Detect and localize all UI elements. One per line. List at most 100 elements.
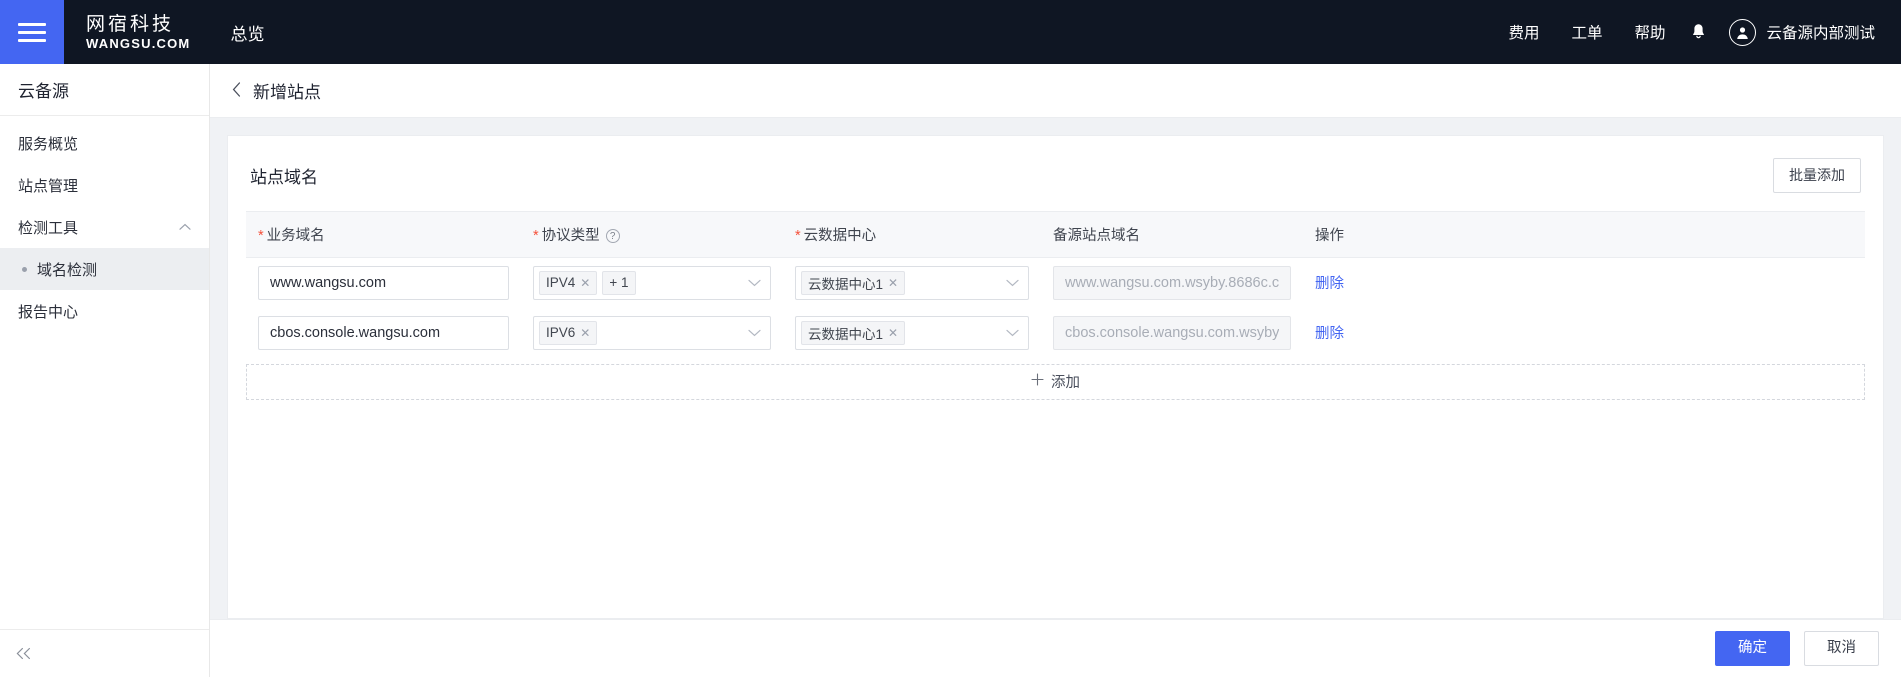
column-header-label: 操作 bbox=[1315, 227, 1344, 244]
card-title: 站点域名 bbox=[250, 167, 318, 187]
double-chevron-left-icon bbox=[16, 647, 30, 660]
add-row-button[interactable]: 添加 bbox=[246, 363, 1865, 400]
required-mark: * bbox=[533, 227, 539, 244]
delete-row-link[interactable]: 删除 bbox=[1315, 326, 1344, 342]
confirm-button[interactable]: 确定 bbox=[1715, 630, 1790, 667]
body-region: 云备源 服务概览 站点管理 检测工具 域名检测 报告中心 新增站点 站点域名 批… bbox=[0, 64, 1901, 677]
close-icon[interactable]: ✕ bbox=[580, 326, 590, 340]
cell-business-domain bbox=[246, 308, 521, 358]
sidebar-item-label: 域名检测 bbox=[37, 261, 98, 279]
datacenter-tag[interactable]: 云数据中心1 ✕ bbox=[801, 270, 906, 295]
protocol-tag[interactable]: IPV4 ✕ bbox=[539, 270, 598, 295]
sidebar-item-domain-detection[interactable]: 域名检测 bbox=[0, 248, 209, 290]
user-name-label: 云备源内部测试 bbox=[1766, 25, 1875, 42]
nav-item-billing[interactable]: 费用 bbox=[1492, 21, 1555, 43]
app-window: 网宿科技 WANGSU.COM 总览 费用 工单 帮助 云备源内部测试 云备源 … bbox=[0, 0, 1901, 677]
card-header: 站点域名 批量添加 bbox=[246, 158, 1865, 193]
sidebar-item-label: 报告中心 bbox=[18, 303, 79, 321]
domain-table: * 业务域名 * 协议类型? * 云数据中心 备源站点域名 操作 www.wan… bbox=[246, 210, 1865, 358]
column-header-business-domain: * 业务域名 bbox=[246, 210, 521, 258]
column-header-actions: 操作 bbox=[1303, 210, 1865, 258]
close-icon[interactable]: ✕ bbox=[580, 276, 590, 290]
user-menu[interactable]: 云备源内部测试 bbox=[1715, 18, 1875, 46]
nav-item-tickets[interactable]: 工单 bbox=[1555, 21, 1618, 43]
form-footer: 确定 取消 bbox=[210, 619, 1901, 677]
page-header: 新增站点 bbox=[210, 64, 1901, 118]
protocol-overflow-tag[interactable]: + 1 bbox=[602, 270, 636, 295]
protocol-overflow-label: + 1 bbox=[609, 275, 629, 291]
protocol-tag[interactable]: IPV6 ✕ bbox=[539, 320, 598, 345]
nav-item-help[interactable]: 帮助 bbox=[1618, 21, 1681, 43]
chevron-up-icon bbox=[179, 221, 191, 233]
table-row: IPV4 ✕ + 1 bbox=[246, 257, 1865, 308]
help-icon[interactable]: ? bbox=[605, 229, 620, 244]
plus-icon bbox=[1031, 373, 1044, 390]
sidebar-collapse-button[interactable] bbox=[0, 629, 209, 677]
cell-cloud-datacenter: 云数据中心1 ✕ bbox=[783, 308, 1041, 358]
sidebar-item-label: 检测工具 bbox=[18, 219, 79, 237]
datacenter-tag-label: 云数据中心1 bbox=[808, 276, 884, 292]
backup-site-domain-input bbox=[1053, 315, 1291, 350]
protocol-tag-label: IPV6 bbox=[546, 325, 576, 341]
sidebar-product-title: 云备源 bbox=[0, 64, 209, 116]
table-row: IPV6 ✕ bbox=[246, 308, 1865, 358]
column-header-label: 协议类型 bbox=[541, 227, 600, 244]
chevron-left-icon[interactable] bbox=[232, 81, 241, 100]
sidebar: 云备源 服务概览 站点管理 检测工具 域名检测 报告中心 bbox=[0, 64, 210, 677]
add-row-label: 添加 bbox=[1051, 375, 1080, 392]
header-right-group: 费用 工单 帮助 云备源内部测试 bbox=[1492, 15, 1901, 49]
business-domain-input[interactable] bbox=[258, 315, 509, 350]
protocol-type-select[interactable]: IPV6 ✕ bbox=[533, 315, 771, 350]
cancel-button[interactable]: 取消 bbox=[1804, 630, 1879, 667]
protocol-type-select[interactable]: IPV4 ✕ + 1 bbox=[533, 265, 771, 300]
cloud-datacenter-select[interactable]: 云数据中心1 ✕ bbox=[795, 265, 1029, 300]
business-domain-input[interactable] bbox=[258, 265, 509, 300]
content-region: 新增站点 站点域名 批量添加 * 业务域名 * 协议类型 ? * 云数据中心 备… bbox=[210, 64, 1901, 677]
close-icon[interactable]: ✕ bbox=[888, 326, 898, 340]
close-icon[interactable]: ✕ bbox=[888, 276, 898, 290]
sidebar-item-report-center[interactable]: 报告中心 bbox=[0, 290, 209, 332]
hamburger-bar bbox=[18, 22, 46, 26]
brand-name-cn: 网宿科技 bbox=[86, 13, 175, 35]
datacenter-tag-label: 云数据中心1 bbox=[808, 326, 884, 342]
required-mark: * bbox=[795, 227, 801, 244]
cell-backup-site-domain bbox=[1041, 308, 1303, 358]
column-header-backup-site-domain: 备源站点域名 bbox=[1041, 210, 1303, 258]
brand-logo[interactable]: 网宿科技 WANGSU.COM bbox=[86, 15, 190, 50]
table-head: * 业务域名 * 协议类型? * 云数据中心 备源站点域名 操作 bbox=[246, 210, 1865, 258]
column-header-label: 备源站点域名 bbox=[1053, 227, 1140, 244]
sidebar-item-service-overview[interactable]: 服务概览 bbox=[0, 122, 209, 164]
hamburger-bar bbox=[18, 38, 46, 42]
cloud-datacenter-select[interactable]: 云数据中心1 ✕ bbox=[795, 315, 1029, 350]
cell-business-domain bbox=[246, 257, 521, 308]
datacenter-tag[interactable]: 云数据中心1 ✕ bbox=[801, 320, 906, 345]
protocol-tag-label: IPV4 bbox=[546, 275, 576, 291]
bell-icon[interactable] bbox=[1681, 15, 1715, 49]
cell-protocol-type: IPV4 ✕ + 1 bbox=[521, 257, 783, 308]
cell-cloud-datacenter: 云数据中心1 ✕ bbox=[783, 257, 1041, 308]
column-header-label: 云数据中心 bbox=[803, 227, 877, 244]
page-scroll-area: 站点域名 批量添加 * 业务域名 * 协议类型 ? * 云数据中心 备源站点域名… bbox=[210, 118, 1901, 619]
backup-site-domain-input bbox=[1053, 265, 1291, 300]
delete-row-link[interactable]: 删除 bbox=[1315, 276, 1344, 292]
bullet-icon bbox=[22, 266, 27, 272]
global-header: 网宿科技 WANGSU.COM 总览 费用 工单 帮助 云备源内部测试 bbox=[0, 0, 1901, 64]
chevron-down-icon bbox=[1006, 279, 1019, 287]
user-avatar-icon bbox=[1729, 18, 1757, 46]
nav-item-overview[interactable]: 总览 bbox=[230, 20, 264, 45]
hamburger-icon[interactable] bbox=[0, 0, 64, 64]
table-header-row: * 业务域名 * 协议类型? * 云数据中心 备源站点域名 操作 bbox=[246, 210, 1865, 258]
table-body: IPV4 ✕ + 1 bbox=[246, 257, 1865, 358]
chevron-down-icon bbox=[748, 329, 761, 337]
cell-actions: 删除 bbox=[1303, 308, 1865, 358]
required-mark: * bbox=[258, 227, 264, 244]
cell-actions: 删除 bbox=[1303, 257, 1865, 308]
sidebar-item-label: 站点管理 bbox=[18, 177, 79, 195]
batch-add-button[interactable]: 批量添加 bbox=[1773, 158, 1861, 193]
chevron-down-icon bbox=[748, 279, 761, 287]
sidebar-item-site-management[interactable]: 站点管理 bbox=[0, 164, 209, 206]
sidebar-group-detection-tools[interactable]: 检测工具 bbox=[0, 206, 209, 248]
site-domain-card: 站点域名 批量添加 * 业务域名 * 协议类型 ? * 云数据中心 备源站点域名… bbox=[227, 135, 1884, 619]
column-header-protocol-type: * 协议类型? bbox=[521, 210, 783, 258]
page-title: 新增站点 bbox=[253, 83, 321, 102]
